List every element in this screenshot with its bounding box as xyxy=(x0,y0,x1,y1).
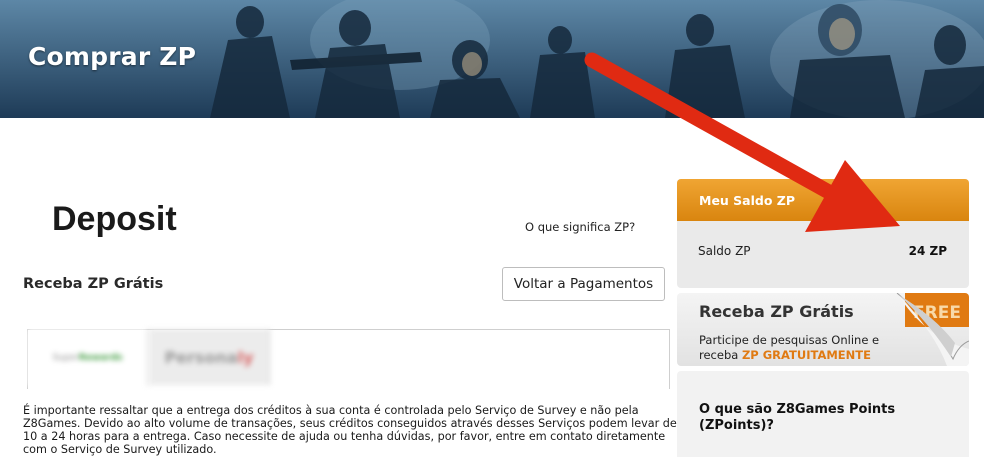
tab-personaly-label-part2: ly xyxy=(237,347,254,367)
free-zp-title: Receba ZP Grátis xyxy=(699,302,854,321)
zpoints-info-title: O que são Z8Games Points (ZPoints)? xyxy=(699,402,896,433)
section-title: Receba ZP Grátis xyxy=(23,276,164,292)
free-page-curl-icon: FREE xyxy=(896,293,969,366)
balance-value: 24 ZP xyxy=(908,244,947,258)
free-zp-highlight: ZP GRATUITAMENTE xyxy=(741,348,871,362)
tab-personaly-label-part1: Persona xyxy=(164,347,238,367)
balance-label: Saldo ZP xyxy=(698,244,751,258)
zpoints-info-card[interactable]: O que são Z8Games Points (ZPoints)? xyxy=(677,371,969,457)
what-is-zp-link[interactable]: O que significa ZP? xyxy=(525,220,635,234)
tab-superrewards[interactable]: Super Rewards xyxy=(28,329,148,386)
header-banner: Comprar ZP xyxy=(0,0,984,118)
delivery-notice: É importante ressaltar que a entrega dos… xyxy=(23,404,677,456)
balance-row: Saldo ZP 24 ZP xyxy=(677,221,969,288)
header-title: Comprar ZP xyxy=(28,42,197,71)
free-zp-card[interactable]: Receba ZP Grátis Participe de pesquisas … xyxy=(677,293,969,366)
back-to-payments-button[interactable]: Voltar a Pagamentos xyxy=(502,267,665,301)
page-title: Deposit xyxy=(52,200,177,238)
tab-superrewards-label-part2: Rewards xyxy=(78,352,123,363)
tab-personaly[interactable]: Persona ly xyxy=(149,329,270,385)
balance-card: Meu Saldo ZP Saldo ZP 24 ZP xyxy=(677,179,969,288)
free-zp-description: Participe de pesquisas Online e receba Z… xyxy=(699,333,899,363)
tab-superrewards-label-part1: Super xyxy=(52,352,79,363)
balance-card-header: Meu Saldo ZP xyxy=(677,179,969,221)
